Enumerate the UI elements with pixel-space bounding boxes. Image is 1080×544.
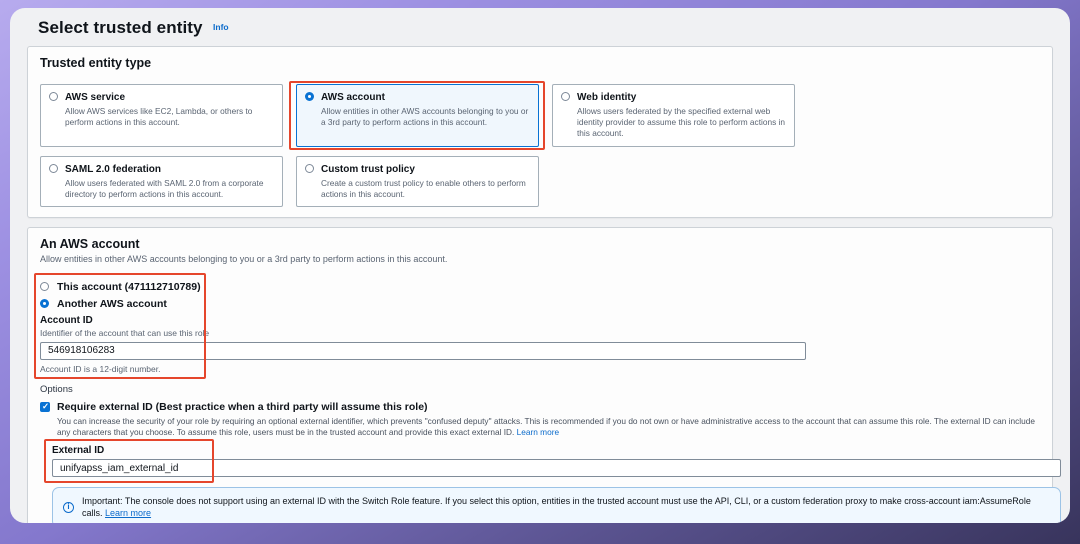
tile-title: SAML 2.0 federation: [65, 163, 273, 176]
this-account-option[interactable]: This account (471112710789): [40, 281, 810, 293]
tile-description: Create a custom trust policy to enable o…: [321, 178, 529, 200]
learn-more-link[interactable]: Learn more: [517, 427, 559, 437]
radio-icon[interactable]: [49, 164, 58, 173]
this-account-label: This account (471112710789): [57, 281, 201, 293]
page-title: Select trusted entity: [38, 18, 203, 37]
alert-text: Important: The console does not support …: [82, 496, 1031, 518]
trusted-entity-tiles: AWS service Allow AWS services like EC2,…: [40, 84, 1040, 207]
tile-saml-federation[interactable]: SAML 2.0 federation Allow users federate…: [40, 156, 283, 207]
require-external-id-label: Require external ID (Best practice when …: [57, 401, 428, 413]
tile-custom-trust-policy[interactable]: Custom trust policy Create a custom trus…: [296, 156, 539, 207]
an-aws-account-description: Allow entities in other AWS accounts bel…: [40, 254, 1040, 264]
alert-learn-more-link[interactable]: Learn more: [105, 508, 151, 518]
info-icon: i: [63, 502, 74, 513]
an-aws-account-heading: An AWS account: [40, 237, 1040, 251]
account-id-constraint: Account ID is a 12-digit number.: [40, 364, 810, 374]
tile-description: Allow entities in other AWS accounts bel…: [321, 106, 529, 128]
tile-aws-service[interactable]: AWS service Allow AWS services like EC2,…: [40, 84, 283, 147]
account-id-input[interactable]: [40, 342, 806, 360]
tile-title: AWS account: [321, 91, 529, 104]
tile-web-identity[interactable]: Web identity Allows users federated by t…: [552, 84, 795, 147]
info-link[interactable]: Info: [213, 22, 229, 32]
tile-description: Allow users federated with SAML 2.0 from…: [65, 178, 273, 200]
options-label: Options: [40, 384, 1040, 395]
another-account-label: Another AWS account: [57, 298, 167, 310]
tile-aws-account[interactable]: AWS account Allow entities in other AWS …: [296, 84, 539, 147]
tile-description: Allows users federated by the specified …: [577, 106, 785, 140]
external-id-group: External ID: [52, 445, 1061, 477]
radio-selected-icon[interactable]: [305, 92, 314, 101]
trusted-entity-type-heading: Trusted entity type: [40, 56, 1040, 70]
radio-icon[interactable]: [305, 164, 314, 173]
radio-icon[interactable]: [40, 282, 49, 291]
account-id-label: Account ID: [40, 315, 810, 326]
an-aws-account-card: An AWS account Allow entities in other A…: [27, 227, 1053, 523]
tile-title: AWS service: [65, 91, 273, 104]
tile-description: Allow AWS services like EC2, Lambda, or …: [65, 106, 273, 128]
tile-title: Web identity: [577, 91, 785, 104]
account-id-description: Identifier of the account that can use t…: [40, 328, 810, 338]
console-page: Select trusted entity Info Trusted entit…: [10, 8, 1070, 523]
page-header: Select trusted entity Info: [10, 8, 1070, 46]
another-account-option[interactable]: Another AWS account: [40, 298, 810, 310]
external-id-input[interactable]: [52, 459, 1061, 477]
account-selection-group: This account (471112710789) Another AWS …: [40, 281, 810, 374]
require-external-id-option[interactable]: Require external ID (Best practice when …: [40, 401, 1040, 413]
important-info-alert: i Important: The console does not suppor…: [52, 487, 1061, 523]
checkbox-checked-icon[interactable]: [40, 402, 50, 412]
external-id-help-text: You can increase the security of your ro…: [57, 416, 1040, 438]
external-id-label: External ID: [52, 445, 1061, 456]
radio-icon[interactable]: [561, 92, 570, 101]
radio-icon[interactable]: [49, 92, 58, 101]
tile-title: Custom trust policy: [321, 163, 529, 176]
radio-selected-icon[interactable]: [40, 299, 49, 308]
trusted-entity-type-card: Trusted entity type AWS service Allow AW…: [27, 46, 1053, 218]
